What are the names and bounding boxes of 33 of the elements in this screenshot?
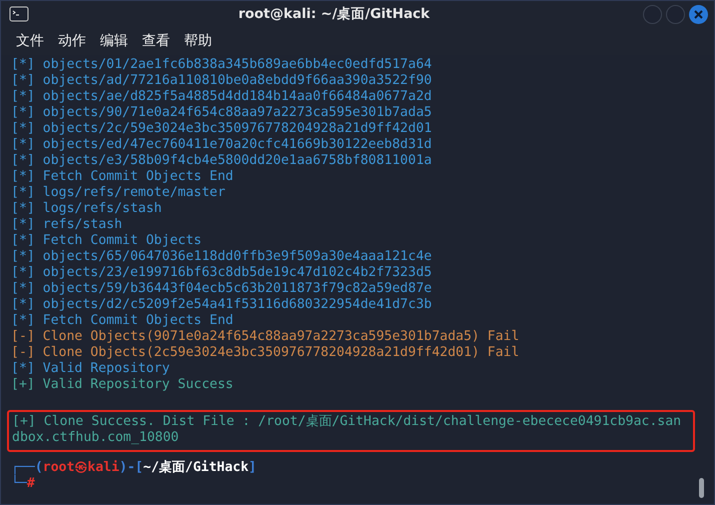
menu-item[interactable]: 编辑 xyxy=(93,32,135,50)
close-button[interactable] xyxy=(689,4,708,24)
output-line: [*] objects/ed/47ec760411e70a20cfc41669b30122eeb8d31d xyxy=(11,137,433,153)
output-line: [-] Clone Objects(9071e0a24f654c88aa97a2273ca595e301b7ada5) Fail xyxy=(11,329,520,345)
output-line: [*] objects/90/71e0a24f654c88aa97a2273ca595e301b7ada5 xyxy=(11,105,433,121)
output-line: [*] Valid Repository xyxy=(11,361,171,377)
output-line: [*] Fetch Commit Objects xyxy=(11,233,203,249)
output-line: [*] refs/stash xyxy=(11,217,124,233)
output-line: [*] objects/2c/59e3024e3bc350976778204928a21d9ff42d01 xyxy=(11,121,433,137)
output-line: [*] objects/59/b36443f04ecb5c63b2011873f79c82a59ed87e xyxy=(11,281,433,297)
prompt-cursor-line: └─# xyxy=(11,476,35,492)
terminal-icon xyxy=(9,6,29,22)
menu-item[interactable]: 帮助 xyxy=(177,32,219,50)
output-line: [*] objects/65/0647036e118dd0ffb3e9f509a30e4aaa121c4e xyxy=(11,249,433,265)
menu-item[interactable]: 动作 xyxy=(51,32,93,50)
menu-item[interactable]: 查看 xyxy=(135,32,177,50)
output-line: [*] logs/refs/remote/master xyxy=(11,185,226,201)
output-line: [*] objects/d2/c5209f2e54a41f53116d680322954de41d7c3b xyxy=(11,297,433,313)
output-line: [*] objects/e3/58b09f4cb4e5800dd20e1aa6758bf80811001a xyxy=(11,153,433,169)
output-line: [*] objects/01/2ae1fc6b838a345b689ae6bb4ec0edfd517a64 xyxy=(11,57,433,73)
window-title: root@kali: ~/桌面/GitHack xyxy=(237,5,431,23)
scrollbar-thumb[interactable] xyxy=(699,478,704,498)
output-line: [*] Fetch Commit Objects End xyxy=(11,313,234,329)
prompt-line: ┌──(root㉿kali)-[~/桌面/GitHack] xyxy=(11,460,256,475)
output-line: [*] logs/refs/stash xyxy=(11,201,163,217)
output-line: [+] Valid Repository Success xyxy=(11,377,234,393)
close-icon xyxy=(694,10,703,18)
output-line: [*] objects/ad/77216a110810be0a8ebdd9f66aa390a3522f90 xyxy=(11,73,433,89)
menu-item[interactable]: 文件 xyxy=(9,32,51,50)
output-line: [-] Clone Objects(2c59e3024e3bc350976778204928a21d9ff42d01) Fail xyxy=(11,345,520,361)
output-line: [*] objects/23/e199716bf63c8db5de19c47d102c4b2f7323d5 xyxy=(11,265,433,281)
output-line: [*] Fetch Commit Objects End xyxy=(11,169,234,185)
output-line: [*] objects/ae/d825f5a4885d4dd184b14aa0f66484a0677a2d xyxy=(11,89,433,105)
